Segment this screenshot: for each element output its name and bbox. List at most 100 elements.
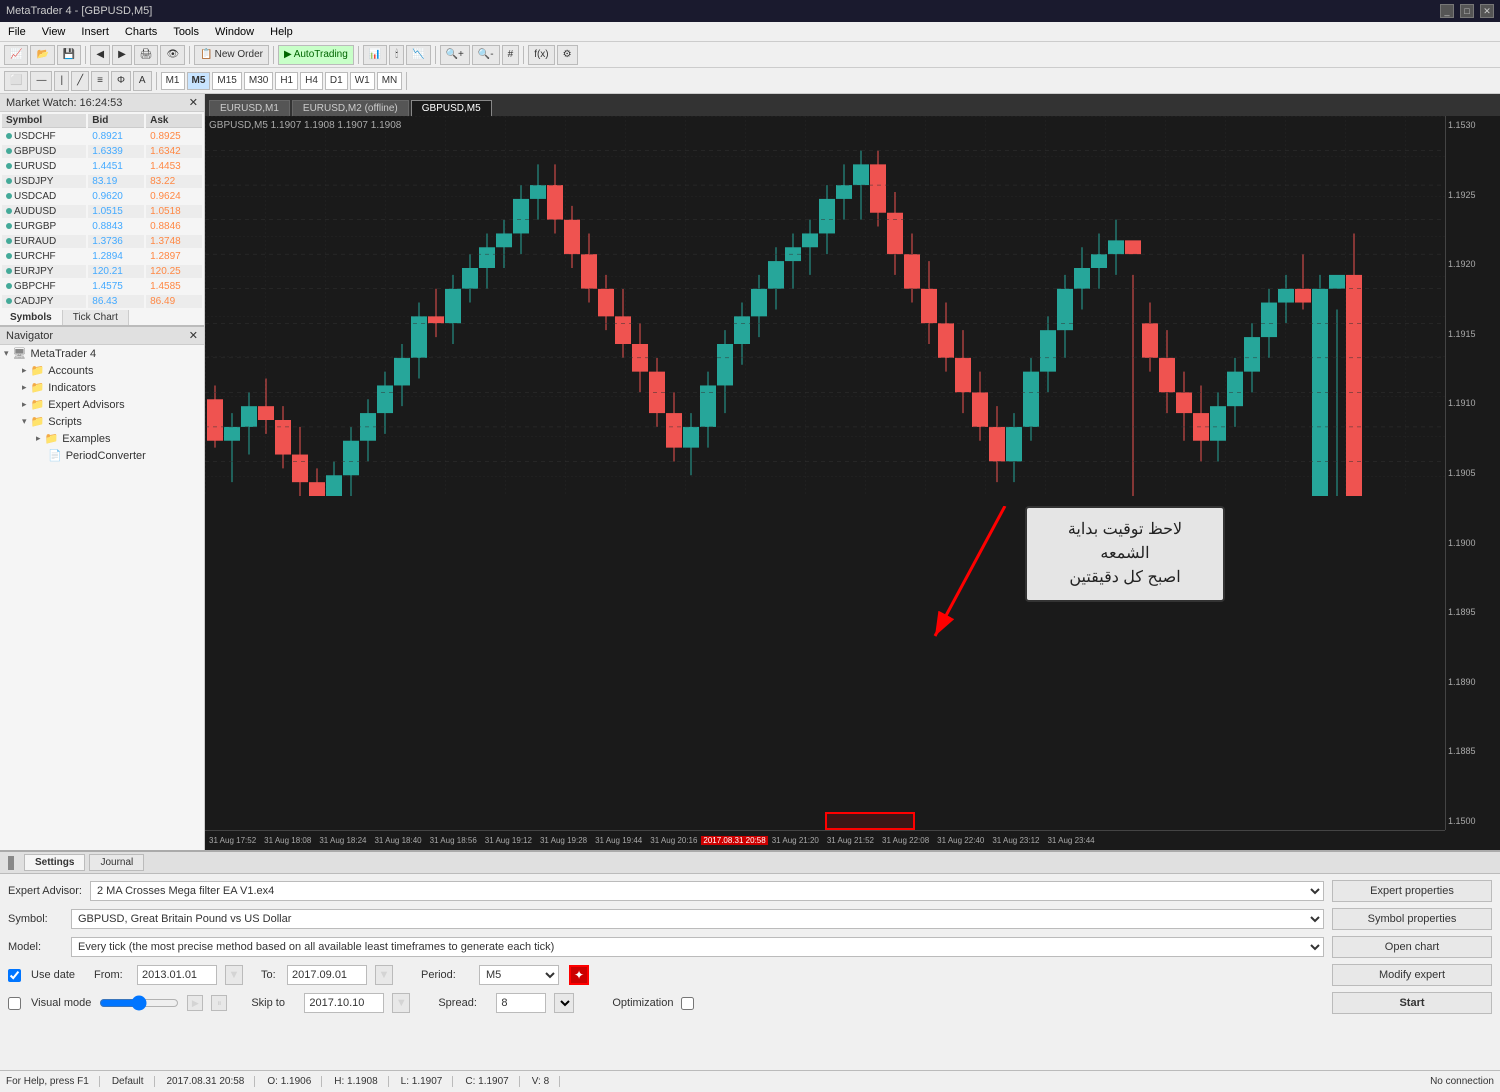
- back-button[interactable]: ◀: [90, 45, 110, 65]
- red-box-highlight: [825, 812, 915, 830]
- print-button[interactable]: 🖨: [134, 45, 159, 65]
- period-h4[interactable]: H4: [300, 72, 323, 90]
- market-watch-row[interactable]: CADJPY 86.43 86.49: [2, 295, 202, 308]
- market-watch-close[interactable]: ✕: [189, 96, 198, 109]
- nav-indicators-label: Indicators: [48, 382, 96, 394]
- market-watch-row[interactable]: GBPCHF 1.4575 1.4585: [2, 280, 202, 293]
- menu-tools[interactable]: Tools: [169, 26, 203, 38]
- symbol-select[interactable]: GBPUSD, Great Britain Pound vs US Dollar: [71, 909, 1324, 929]
- forward-button[interactable]: ▶: [112, 45, 132, 65]
- start-button[interactable]: Start: [1332, 992, 1492, 1014]
- to-date-picker[interactable]: ▼: [375, 965, 393, 985]
- skip-to-input[interactable]: [304, 993, 384, 1013]
- nav-metatrader4[interactable]: ▾ 🖥 MetaTrader 4: [0, 345, 204, 362]
- menu-charts[interactable]: Charts: [121, 26, 161, 38]
- panel-resize-handle[interactable]: [8, 856, 14, 870]
- bp-tab-journal[interactable]: Journal: [89, 854, 144, 871]
- optimization-checkbox[interactable]: [681, 997, 694, 1010]
- period-select-button[interactable]: ✦: [569, 965, 589, 985]
- expert-advisor-select[interactable]: 2 MA Crosses Mega filter EA V1.ex4: [90, 881, 1324, 901]
- vline-tool[interactable]: |: [54, 71, 69, 91]
- market-watch-row[interactable]: USDJPY 83.19 83.22: [2, 175, 202, 188]
- tab-tick-chart[interactable]: Tick Chart: [63, 310, 129, 325]
- tab-symbols[interactable]: Symbols: [0, 310, 63, 325]
- period-mn[interactable]: MN: [377, 72, 403, 90]
- period-w1[interactable]: W1: [350, 72, 375, 90]
- modify-expert-button[interactable]: Modify expert: [1332, 964, 1492, 986]
- bp-tab-settings[interactable]: Settings: [24, 854, 85, 871]
- nav-examples[interactable]: ▸ 📁 Examples: [28, 430, 204, 447]
- market-watch-row[interactable]: EURUSD 1.4451 1.4453: [2, 160, 202, 173]
- trendline-tool[interactable]: ╱: [71, 71, 89, 91]
- indicators-button[interactable]: f(x): [528, 45, 554, 65]
- from-date-input[interactable]: [137, 965, 217, 985]
- maximize-button[interactable]: □: [1460, 4, 1474, 18]
- stop-button[interactable]: ⏸: [211, 995, 227, 1011]
- chart-type-bar[interactable]: 📊: [363, 45, 387, 65]
- line-tool[interactable]: ⬜: [4, 71, 28, 91]
- market-watch-row[interactable]: EURCHF 1.2894 1.2897: [2, 250, 202, 263]
- datetime-text: 2017.08.31 20:58: [167, 1076, 256, 1087]
- chart-type-candle[interactable]: 🕯: [389, 45, 404, 65]
- save-button[interactable]: 💾: [57, 45, 81, 65]
- nav-accounts[interactable]: ▸ 📁 Accounts: [14, 362, 204, 379]
- text-tool[interactable]: A: [133, 71, 152, 91]
- nav-scripts[interactable]: ▾ 📁 Scripts: [14, 413, 204, 430]
- use-date-checkbox[interactable]: [8, 969, 21, 982]
- model-select[interactable]: Every tick (the most precise method base…: [71, 937, 1324, 957]
- nav-period-converter[interactable]: 📄 PeriodConverter: [28, 447, 204, 464]
- period-m5[interactable]: M5: [187, 72, 211, 90]
- market-watch-row[interactable]: GBPUSD 1.6339 1.6342: [2, 145, 202, 158]
- spread-input[interactable]: [496, 993, 546, 1013]
- hline-tool[interactable]: —: [30, 71, 52, 91]
- period-select[interactable]: M5: [479, 965, 559, 985]
- nav-indicators[interactable]: ▸ 📁 Indicators: [14, 379, 204, 396]
- chart-type-line[interactable]: 📉: [406, 45, 430, 65]
- period-m30[interactable]: M30: [244, 72, 273, 90]
- market-watch: Market Watch: 16:24:53 ✕ Symbol Bid Ask …: [0, 94, 204, 327]
- symbol-properties-button[interactable]: Symbol properties: [1332, 908, 1492, 930]
- to-date-input[interactable]: [287, 965, 367, 985]
- period-m1[interactable]: M1: [161, 72, 185, 90]
- grid-button[interactable]: #: [502, 45, 520, 65]
- new-chart-button[interactable]: 📈: [4, 45, 28, 65]
- new-order-button[interactable]: 📋 New Order: [194, 45, 269, 65]
- tab-gbpusd-m5[interactable]: GBPUSD,M5: [411, 100, 492, 116]
- period-m15[interactable]: M15: [212, 72, 241, 90]
- tab-eurusd-m2[interactable]: EURUSD,M2 (offline): [292, 100, 409, 116]
- period-d1[interactable]: D1: [325, 72, 348, 90]
- open-button[interactable]: 📂: [30, 45, 54, 65]
- play-button[interactable]: ▶: [187, 995, 203, 1011]
- market-watch-row[interactable]: EURAUD 1.3736 1.3748: [2, 235, 202, 248]
- from-date-picker[interactable]: ▼: [225, 965, 243, 985]
- close-button[interactable]: ✕: [1480, 4, 1494, 18]
- menu-window[interactable]: Window: [211, 26, 258, 38]
- nav-expert-advisors[interactable]: ▸ 📁 Expert Advisors: [14, 396, 204, 413]
- expert-properties-button[interactable]: Expert properties: [1332, 880, 1492, 902]
- autotrading-button[interactable]: ▶ AutoTrading: [278, 45, 354, 65]
- market-watch-row[interactable]: USDCAD 0.9620 0.9624: [2, 190, 202, 203]
- market-watch-row[interactable]: USDCHF 0.8921 0.8925: [2, 130, 202, 143]
- skip-date-picker[interactable]: ▼: [392, 993, 410, 1013]
- print-preview-button[interactable]: 👁: [160, 45, 185, 65]
- menu-help[interactable]: Help: [266, 26, 297, 38]
- visual-mode-checkbox[interactable]: [8, 997, 21, 1010]
- spread-dropdown[interactable]: [554, 993, 574, 1013]
- channel-tool[interactable]: ≡: [91, 71, 109, 91]
- open-chart-button[interactable]: Open chart: [1332, 936, 1492, 958]
- settings-button[interactable]: ⚙: [557, 45, 578, 65]
- menu-insert[interactable]: Insert: [77, 26, 113, 38]
- market-watch-row[interactable]: EURJPY 120.21 120.25: [2, 265, 202, 278]
- zoom-out-button[interactable]: 🔍-: [472, 45, 500, 65]
- market-watch-row[interactable]: AUDUSD 1.0515 1.0518: [2, 205, 202, 218]
- tab-eurusd-m1[interactable]: EURUSD,M1: [209, 100, 290, 116]
- menu-view[interactable]: View: [38, 26, 70, 38]
- navigator-close[interactable]: ✕: [189, 329, 198, 342]
- zoom-in-button[interactable]: 🔍+: [440, 45, 470, 65]
- fib-tool[interactable]: Φ: [111, 71, 131, 91]
- market-watch-row[interactable]: EURGBP 0.8843 0.8846: [2, 220, 202, 233]
- visual-speed-slider[interactable]: [99, 995, 179, 1011]
- minimize-button[interactable]: _: [1440, 4, 1454, 18]
- menu-file[interactable]: File: [4, 26, 30, 38]
- period-h1[interactable]: H1: [275, 72, 298, 90]
